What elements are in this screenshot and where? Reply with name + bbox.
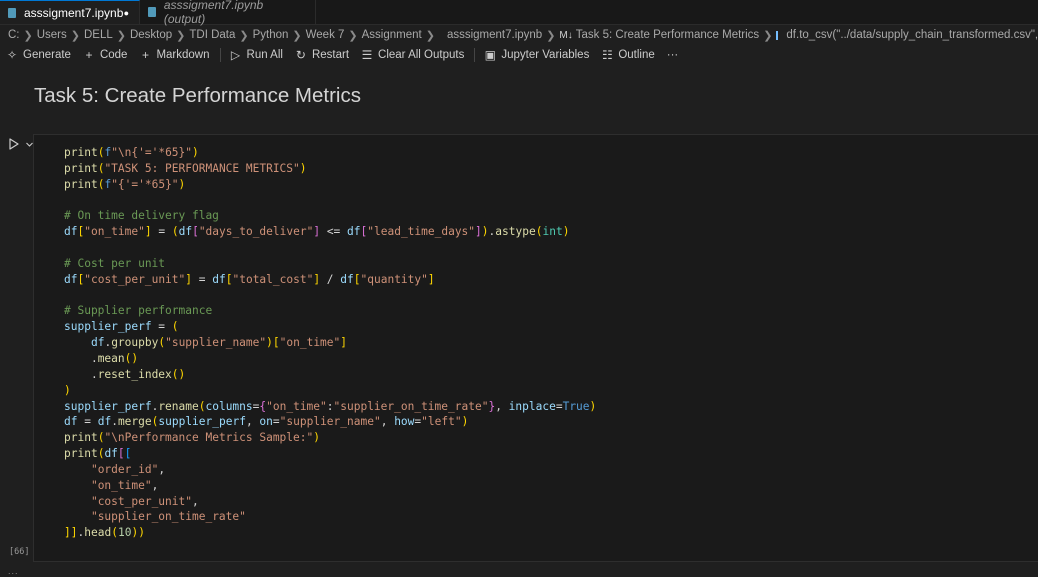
code-line[interactable]: print("TASK 5: PERFORMANCE METRICS") — [64, 161, 596, 177]
code-line[interactable]: ]].head(10)) — [64, 525, 596, 541]
run-cell-icon[interactable] — [8, 138, 20, 150]
breadcrumb-symbol[interactable]: df.to_csv("../data/supply_chain_transfor… — [786, 29, 1038, 41]
cell-more-indicator: ... — [8, 566, 19, 576]
markdown-icon: M↓ — [559, 29, 573, 41]
chevron-right-icon: ❯ — [546, 29, 556, 42]
markdown-heading: Task 5: Create Performance Metrics — [34, 84, 361, 107]
unsaved-dot-icon[interactable]: ● — [124, 8, 129, 18]
code-line[interactable]: df["cost_per_unit"] = df["total_cost"] /… — [64, 272, 596, 288]
notebook-toolbar: ✧ Generate + Code + Markdown ▷ Run All ↻… — [0, 45, 1038, 65]
code-line[interactable]: print(f"\n{'='*65}") — [64, 145, 596, 161]
add-markdown-button[interactable]: + Markdown — [139, 48, 210, 62]
clear-all-icon: ☰ — [361, 48, 373, 62]
breadcrumb-cell[interactable]: Task 5: Create Performance Metrics — [576, 29, 759, 41]
generate-label: Generate — [23, 49, 71, 61]
chevron-right-icon: ❯ — [348, 29, 358, 42]
chevron-right-icon: ❯ — [292, 29, 302, 42]
chevron-right-icon: ❯ — [23, 29, 33, 42]
variables-icon: ▣ — [484, 48, 496, 62]
code-line[interactable]: supplier_perf = ( — [64, 319, 596, 335]
cell-gutter — [8, 138, 34, 150]
breadcrumb-item[interactable]: Desktop — [130, 29, 172, 41]
breadcrumb-item[interactable]: Assignment — [362, 29, 422, 41]
code-line[interactable]: supplier_perf.rename(columns={"on_time":… — [64, 399, 596, 415]
plus-icon: + — [141, 48, 149, 62]
restart-icon: ↻ — [295, 48, 306, 62]
toolbar-divider — [219, 48, 221, 62]
breadcrumb-item[interactable]: Week 7 — [306, 29, 345, 41]
clear-all-outputs-label: Clear All Outputs — [378, 49, 465, 61]
code-line[interactable]: print("\nPerformance Metrics Sample:") — [64, 430, 596, 446]
clear-all-outputs-button[interactable]: ☰ Clear All Outputs — [361, 48, 465, 62]
breadcrumb-item[interactable]: Users — [37, 29, 67, 41]
code-line[interactable]: "order_id", — [64, 462, 596, 478]
tab-notebook[interactable]: asssigment7.ipynb ● — [0, 0, 140, 24]
code-line[interactable]: df.groupby("supplier_name")["on_time"] — [64, 335, 596, 351]
toolbar-divider — [474, 48, 476, 62]
code-line[interactable]: # On time delivery flag — [64, 208, 596, 224]
code-line[interactable]: "supplier_on_time_rate" — [64, 509, 596, 525]
editor-tab-bar: asssigment7.ipynb ● asssigment7.ipynb (o… — [0, 0, 1038, 26]
breadcrumb-item[interactable]: DELL — [84, 29, 113, 41]
code-line[interactable] — [64, 240, 596, 256]
breadcrumb-item[interactable]: TDI Data — [189, 29, 235, 41]
more-icon: ··· — [666, 49, 679, 61]
chevron-right-icon: ❯ — [763, 29, 773, 42]
code-line[interactable]: .mean() — [64, 351, 596, 367]
tab-notebook-label: asssigment7.ipynb — [24, 5, 124, 20]
code-line[interactable]: .reset_index() — [64, 367, 596, 383]
chevron-right-icon: ❯ — [70, 29, 80, 42]
code-editor[interactable]: print(f"\n{'='*65}") print("TASK 5: PERFO… — [64, 145, 596, 541]
breadcrumb-item[interactable]: Python — [253, 29, 289, 41]
jupyter-variables-label: Jupyter Variables — [501, 49, 590, 61]
notebook-file-icon — [8, 7, 16, 18]
run-all-label: Run All — [246, 49, 283, 61]
code-line[interactable] — [64, 193, 596, 209]
sparkle-icon: ✧ — [6, 48, 18, 62]
restart-label: Restart — [311, 49, 350, 61]
outline-button[interactable]: ☷ Outline — [601, 48, 655, 62]
more-actions-button[interactable]: ··· — [667, 49, 679, 61]
code-line[interactable]: print(f"{'='*65}") — [64, 177, 596, 193]
code-line[interactable]: print(df[[ — [64, 446, 596, 462]
run-all-button[interactable]: ▷ Run All — [230, 48, 283, 62]
notebook-file-icon — [148, 7, 156, 17]
code-label: Code — [99, 49, 128, 61]
restart-button[interactable]: ↻ Restart — [295, 48, 349, 62]
markdown-cell[interactable]: Task 5: Create Performance Metrics — [34, 84, 361, 108]
breadcrumb-item[interactable]: C: — [8, 29, 20, 41]
chevron-right-icon: ❯ — [116, 29, 126, 42]
add-code-button[interactable]: + Code — [83, 48, 128, 62]
chevron-right-icon: ❯ — [425, 29, 435, 42]
generate-button[interactable]: ✧ Generate — [6, 48, 71, 62]
code-line[interactable]: df["on_time"] = (df["days_to_deliver"] <… — [64, 224, 596, 240]
chevron-right-icon: ❯ — [176, 29, 186, 42]
markdown-label: Markdown — [156, 49, 210, 61]
outline-label: Outline — [618, 49, 655, 61]
tab-notebook-output[interactable]: asssigment7.ipynb (output) — [140, 0, 316, 26]
code-line[interactable]: # Cost per unit — [64, 256, 596, 272]
symbol-icon — [776, 30, 779, 40]
breadcrumb: C: ❯ Users ❯ DELL ❯ Desktop ❯ TDI Data ❯ Pyth… — [0, 26, 1038, 44]
code-line[interactable]: # Supplier performance — [64, 303, 596, 319]
code-line[interactable] — [64, 288, 596, 304]
code-line[interactable]: "cost_per_unit", — [64, 494, 596, 510]
jupyter-variables-button[interactable]: ▣ Jupyter Variables — [484, 48, 590, 62]
code-line[interactable]: "on_time", — [64, 478, 596, 494]
plus-icon: + — [85, 48, 93, 62]
tab-output-label: asssigment7.ipynb (output) — [163, 0, 264, 26]
outline-icon: ☷ — [601, 48, 613, 62]
code-line[interactable]: df = df.merge(supplier_perf, on="supplie… — [64, 414, 596, 430]
code-cell[interactable]: print(f"\n{'='*65}") print("TASK 5: PERFO… — [33, 134, 1038, 562]
execution-count: [66] — [9, 547, 30, 557]
breadcrumb-file[interactable]: asssigment7.ipynb — [447, 29, 542, 41]
chevron-right-icon: ❯ — [239, 29, 249, 42]
run-all-icon: ▷ — [230, 48, 241, 62]
code-line[interactable]: ) — [64, 383, 596, 399]
